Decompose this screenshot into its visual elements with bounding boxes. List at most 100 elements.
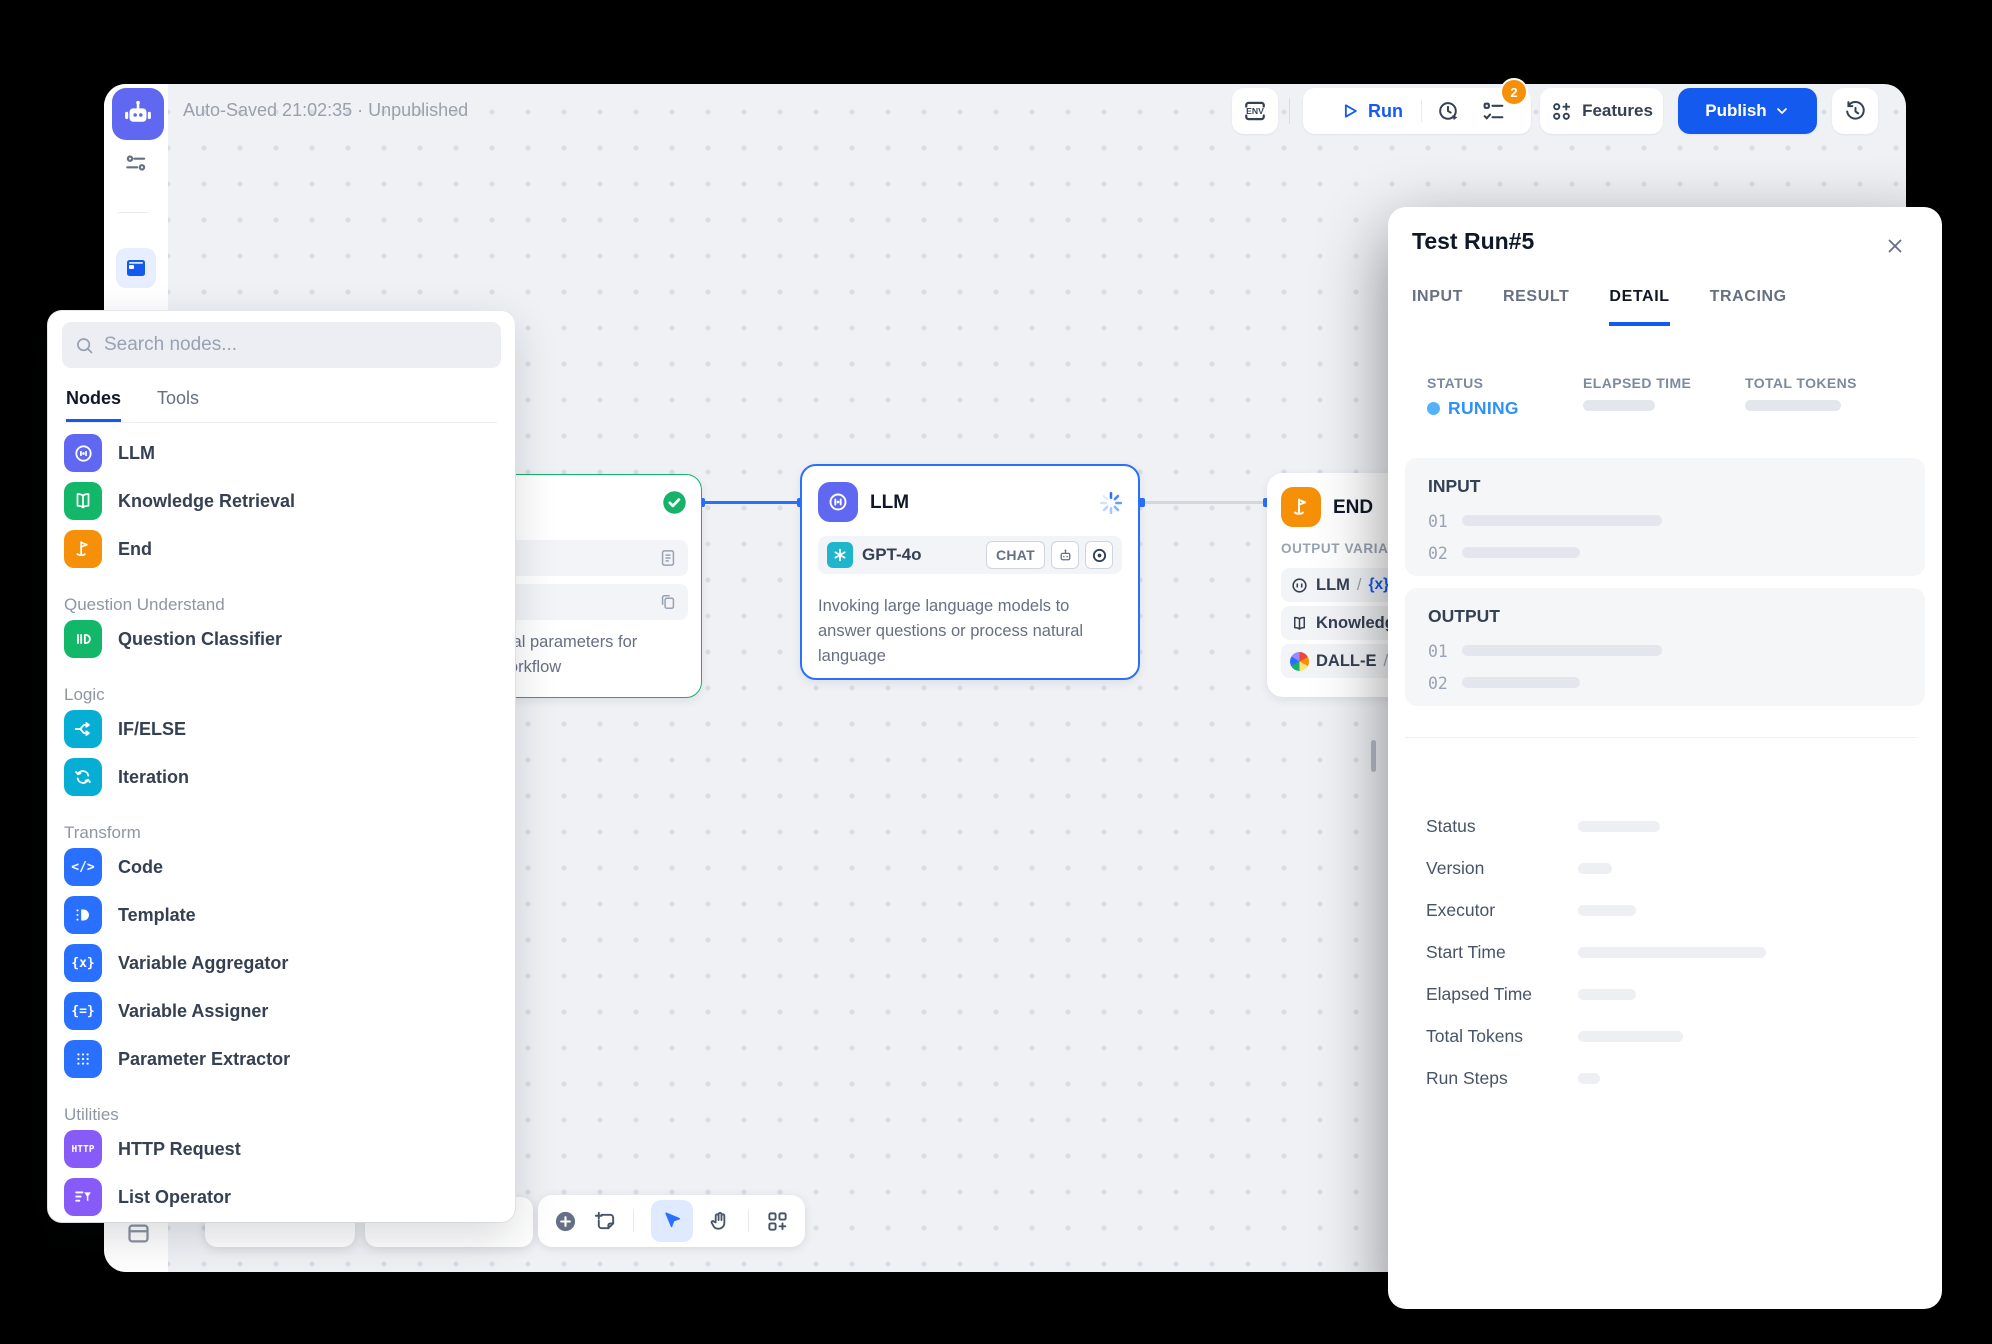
document-icon [658,548,678,568]
env-icon: ENV [1246,106,1264,116]
output-placeholder-1 [1462,645,1662,656]
node-item-iteration[interactable]: Iteration [64,753,499,801]
running-spinner-icon [1098,490,1124,516]
node-item-http-request[interactable]: HTTP HTTP Request [64,1125,499,1173]
chevron-down-icon [1774,103,1790,119]
question-classifier-icon [64,620,102,658]
if-else-icon [64,710,102,748]
run-history-icon[interactable] [1422,99,1475,124]
app-robot-icon[interactable] [112,88,164,140]
parameter-extractor-icon [64,1040,102,1078]
tab-tools[interactable]: Tools [157,382,199,422]
template-icon [64,896,102,934]
elapsed-time-label: ELAPSED TIME [1583,375,1691,391]
search-placeholder: Search nodes... [104,334,237,356]
node-item-if-else[interactable]: IF/ELSE [64,705,499,753]
success-check-badge [661,489,688,516]
meta-total-tokens-label: Total Tokens [1426,1026,1523,1047]
sidebar-divider [118,212,148,213]
hand-mode-button[interactable] [709,1210,732,1233]
output-row-number: 02 [1428,674,1448,693]
add-note-button[interactable] [594,1210,617,1233]
status-label: STATUS [1427,375,1483,391]
end-node-icon [1281,487,1321,527]
output-card: OUTPUT 01 02 [1405,588,1925,706]
end-icon [64,530,102,568]
variable-assigner-icon: {=} [64,992,102,1030]
autosave-status: Auto-Saved 21:02:35 · Unpublished [183,100,468,121]
node-item-variable-aggregator[interactable]: {x} Variable Aggregator [64,939,499,987]
node-search-panel: Search nodes... Nodes Tools LLM Knowledg… [48,311,515,1222]
organize-blocks-button[interactable] [766,1210,789,1233]
play-icon [1340,101,1360,121]
node-item-variable-assigner[interactable]: {=} Variable Assigner [64,987,499,1035]
env-button[interactable]: ENV [1232,88,1278,134]
window-icon [124,256,148,280]
workflow-settings-icon[interactable] [123,150,149,176]
knowledge-retrieval-icon [64,482,102,520]
node-item-end[interactable]: End [64,525,499,573]
node-item-code[interactable]: </> Code [64,843,499,891]
panel-tabs: Nodes Tools [66,382,497,423]
test-run-tabs: INPUT RESULT DETAIL TRACING [1412,288,1787,326]
sidebar-item-bottom[interactable] [125,1220,152,1247]
meta-run-steps-placeholder [1578,1073,1600,1084]
test-run-panel [1388,207,1942,1309]
node-item-knowledge-retrieval[interactable]: Knowledge Retrieval [64,477,499,525]
node-item-template[interactable]: Template [64,891,499,939]
llm-node-title: LLM [870,492,909,514]
hand-icon [709,1210,732,1233]
pointer-mode-button[interactable] [651,1200,693,1242]
run-button[interactable]: Run [1322,101,1421,122]
section-logic: Logic [64,677,499,705]
section-transform: Transform [64,815,499,843]
node-item-llm[interactable]: LLM [64,429,499,477]
tab-nodes[interactable]: Nodes [66,382,121,422]
output-row-number: 01 [1428,642,1448,661]
tab-detail[interactable]: DETAIL [1609,288,1669,326]
tab-result[interactable]: RESULT [1503,288,1569,326]
meta-version-placeholder [1578,863,1612,874]
meta-version-label: Version [1426,858,1484,879]
node-item-parameter-extractor[interactable]: Parameter Extractor [64,1035,499,1083]
node-item-question-classifier[interactable]: Question Classifier [64,615,499,663]
panel-divider [1405,737,1918,738]
agent-badge [1051,541,1079,569]
input-row-number: 02 [1428,544,1448,563]
output-placeholder-2 [1462,677,1580,688]
edge-start-llm [700,501,802,504]
meta-run-steps-label: Run Steps [1426,1068,1508,1089]
section-utilities: Utilities [64,1097,499,1125]
canvas-toolbar [538,1195,805,1247]
test-run-title: Test Run#5 [1412,228,1534,255]
tab-input[interactable]: INPUT [1412,288,1463,326]
code-icon: </> [64,848,102,886]
elapsed-time-placeholder [1583,400,1655,411]
edge-llm-end [1140,501,1268,504]
toolbar-divider-2 [748,1210,749,1232]
version-history-button[interactable] [1832,88,1878,134]
http-request-icon: HTTP [64,1130,102,1168]
add-node-button[interactable] [554,1210,577,1233]
publish-button[interactable]: Publish [1678,88,1817,134]
input-title: INPUT [1428,476,1481,497]
robot-icon [121,97,155,131]
meta-start-time-label: Start Time [1426,942,1506,963]
output-title: OUTPUT [1428,606,1500,627]
input-placeholder-2 [1462,547,1580,558]
robot-badge-icon [1057,547,1074,564]
close-icon[interactable] [1884,235,1906,257]
features-button[interactable]: Features [1540,88,1663,134]
chat-mode-badge: CHAT [986,541,1045,569]
node-item-list-operator[interactable]: List Operator [64,1173,499,1221]
meta-total-tokens-placeholder [1578,1031,1683,1042]
panel-resize-handle[interactable] [1371,740,1376,772]
search-input[interactable]: Search nodes... [62,322,501,368]
add-note-icon [594,1210,617,1233]
node-list: LLM Knowledge Retrieval End Question Und… [62,423,501,1221]
tab-tracing[interactable]: TRACING [1710,288,1787,326]
llm-model-row[interactable]: GPT-4o CHAT [818,536,1122,574]
plus-circle-icon [554,1210,577,1233]
meta-elapsed-time-placeholder [1578,989,1636,1000]
sidebar-item-panel[interactable] [116,248,156,288]
